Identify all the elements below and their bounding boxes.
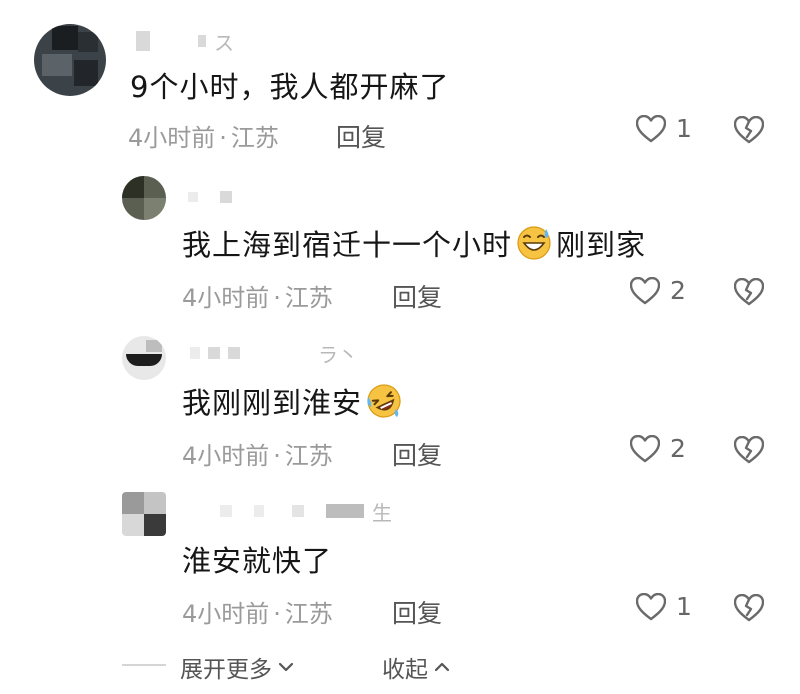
broken-heart-icon <box>733 277 765 306</box>
dislike-button[interactable] <box>733 115 765 148</box>
reply-button[interactable]: 回复 <box>336 118 386 154</box>
collapse-button[interactable]: 收起 <box>382 650 450 684</box>
comment-text-part: 我刚刚到淮安 <box>182 386 363 420</box>
comment-text: 我上海到宿迁十一个小时 刚到家 <box>182 222 646 264</box>
broken-heart-icon <box>733 435 765 464</box>
like-count: 2 <box>670 276 686 305</box>
dislike-button[interactable] <box>733 277 765 310</box>
like-count: 1 <box>676 592 692 621</box>
avatar[interactable] <box>122 176 166 220</box>
username-blurred[interactable]: ラ丶 <box>190 342 358 367</box>
username-tail: 生 <box>372 500 392 525</box>
comment-text: 淮安就快了 <box>182 544 333 578</box>
comment-meta: 4小时前 · 江苏 <box>128 124 279 152</box>
comment-meta: 4小时前 · 江苏 <box>182 600 333 628</box>
username-blurred[interactable]: ス <box>136 30 234 55</box>
like-button[interactable]: 1 <box>636 114 692 143</box>
comment-time: 4小时前 <box>182 442 270 470</box>
dislike-button[interactable] <box>733 593 765 626</box>
comment-location: 江苏 <box>284 284 333 312</box>
comment-time: 4小时前 <box>182 600 270 628</box>
comment-text-part: 刚到家 <box>556 228 647 262</box>
divider <box>122 664 166 666</box>
comment-text-part: 我上海到宿迁十一个小时 <box>182 228 513 262</box>
grinning-sweat-emoji <box>517 226 551 260</box>
comment-meta: 4小时前 · 江苏 <box>182 284 333 312</box>
heart-icon <box>630 434 660 462</box>
like-count: 1 <box>676 114 692 143</box>
like-button[interactable]: 1 <box>636 592 692 621</box>
replies-footer: 展开更多 收起 <box>0 644 800 684</box>
comment-location: 江苏 <box>284 442 333 470</box>
username-blurred[interactable] <box>188 186 232 208</box>
avatar[interactable] <box>122 492 166 536</box>
username-tail: ラ丶 <box>318 342 358 367</box>
comment-text: 9个小时，我人都开麻了 <box>130 70 450 104</box>
rolling-laughing-emoji <box>367 384 401 418</box>
reply-button[interactable]: 回复 <box>392 594 442 630</box>
username-blurred[interactable]: 生 <box>220 500 392 525</box>
heart-icon <box>636 114 666 142</box>
like-button[interactable]: 2 <box>630 276 686 305</box>
avatar[interactable] <box>34 24 106 96</box>
comment-time: 4小时前 <box>128 124 216 152</box>
chevron-up-icon <box>434 662 450 672</box>
comment-location: 江苏 <box>230 124 279 152</box>
username-tail: ス <box>214 30 234 55</box>
dislike-button[interactable] <box>733 435 765 468</box>
broken-heart-icon <box>733 115 765 144</box>
comment-location: 江苏 <box>284 600 333 628</box>
heart-icon <box>636 592 666 620</box>
comment-time: 4小时前 <box>182 284 270 312</box>
like-button[interactable]: 2 <box>630 434 686 463</box>
collapse-label: 收起 <box>382 657 428 683</box>
comment-text: 我刚刚到淮安 <box>182 380 406 422</box>
reply-button[interactable]: 回复 <box>392 278 442 314</box>
broken-heart-icon <box>733 593 765 622</box>
expand-more-button[interactable]: 展开更多 <box>180 650 294 684</box>
heart-icon <box>630 276 660 304</box>
expand-more-label: 展开更多 <box>180 657 272 683</box>
reply-button[interactable]: 回复 <box>392 436 442 472</box>
avatar[interactable] <box>122 336 166 380</box>
like-count: 2 <box>670 434 686 463</box>
comment-meta: 4小时前 · 江苏 <box>182 442 333 470</box>
chevron-down-icon <box>278 662 294 672</box>
